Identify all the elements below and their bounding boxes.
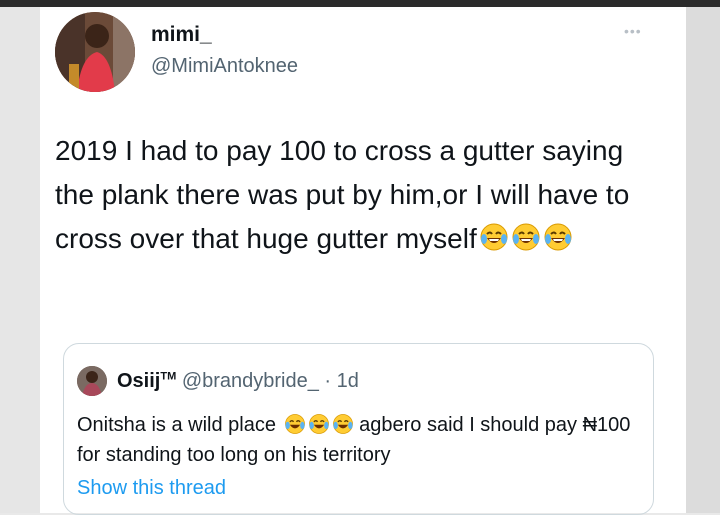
left-margin: [0, 7, 40, 513]
quoted-text: Onitsha is a wild place agbero said I sh…: [77, 410, 637, 470]
face-with-tears-of-joy-icon: [512, 223, 540, 251]
quoted-header: OsiijTM @brandybride_ · 1d: [117, 370, 359, 393]
avatar[interactable]: [55, 12, 135, 92]
tweet-card: mimi_ @MimiAntoknee ••• 2019 I had to pa…: [40, 7, 686, 515]
face-with-tears-of-joy-icon: [332, 414, 353, 434]
quoted-author-handle[interactable]: @brandybride_: [182, 370, 319, 392]
face-with-tears-of-joy-icon: [284, 414, 305, 434]
quoted-text-before: Onitsha is a wild place: [77, 414, 276, 436]
top-bar: [0, 0, 720, 7]
show-thread-link[interactable]: Show this thread: [77, 477, 226, 500]
quoted-timestamp[interactable]: 1d: [337, 370, 359, 392]
tweet-text: 2019 I had to pay 100 to cross a gutter …: [55, 129, 655, 261]
quoted-avatar-photo: [77, 366, 107, 396]
author-handle[interactable]: @MimiAntoknee: [151, 55, 298, 78]
quoted-avatar[interactable]: [77, 366, 107, 396]
more-options-icon[interactable]: •••: [624, 23, 642, 39]
face-with-tears-of-joy-icon: [480, 223, 508, 251]
right-margin: [686, 7, 720, 513]
author-name[interactable]: mimi_: [151, 23, 212, 47]
face-with-tears-of-joy-icon: [544, 223, 572, 251]
quoted-author-name[interactable]: OsiijTM: [117, 370, 176, 392]
face-with-tears-of-joy-icon: [308, 414, 329, 434]
quoted-tweet[interactable]: OsiijTM @brandybride_ · 1d Onitsha is a …: [63, 343, 654, 515]
trademark-suffix: TM: [160, 370, 177, 383]
avatar-photo: [55, 12, 135, 92]
separator-dot: ·: [318, 370, 337, 392]
